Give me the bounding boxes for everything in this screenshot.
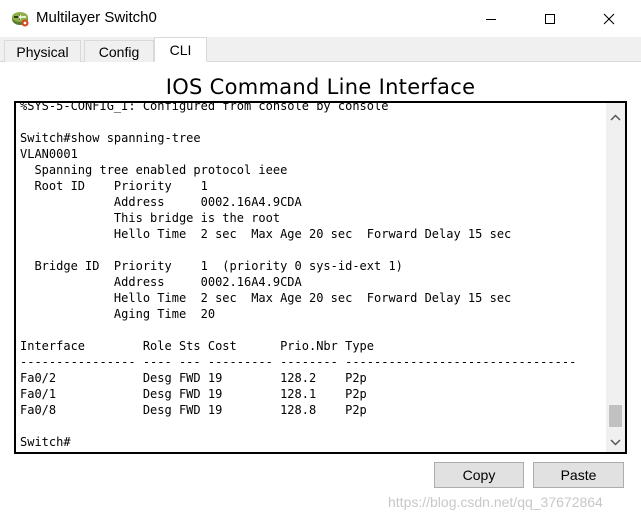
tab-physical[interactable]: Physical (4, 40, 81, 62)
terminal-line: Fa0/2 Desg FWD 19 128.2 P2p (20, 371, 367, 385)
paste-button[interactable]: Paste (533, 462, 624, 488)
terminal-output[interactable]: %SYS-5-CONFIG_I: Configured from console… (20, 101, 600, 448)
terminal-scrollbar[interactable] (606, 103, 625, 452)
terminal-line: Hello Time 2 sec Max Age 20 sec Forward … (20, 291, 512, 305)
minimize-icon (486, 18, 496, 20)
window-title: Multilayer Switch0 (36, 9, 157, 26)
scroll-thumb[interactable] (609, 405, 622, 427)
terminal-line: %SYS-5-CONFIG_I: Configured from console… (20, 101, 389, 113)
maximize-button[interactable] (527, 0, 573, 37)
terminal-line: Switch# (20, 435, 71, 448)
chevron-up-icon (610, 114, 621, 121)
tab-cli[interactable]: CLI (154, 37, 207, 62)
scroll-down-button[interactable] (606, 434, 625, 451)
terminal-line: Address 0002.16A4.9CDA (20, 195, 302, 209)
scroll-up-button[interactable] (606, 109, 625, 126)
cli-terminal[interactable]: %SYS-5-CONFIG_I: Configured from console… (14, 101, 627, 454)
terminal-line: This bridge is the root (20, 211, 281, 225)
multilayer-switch-icon (10, 8, 30, 28)
terminal-line: Root ID Priority 1 (20, 179, 208, 193)
maximize-icon (545, 13, 555, 24)
tab-config[interactable]: Config (84, 40, 154, 62)
close-icon (603, 13, 615, 24)
minimize-button[interactable] (468, 0, 514, 37)
terminal-line: Spanning tree enabled protocol ieee (20, 163, 288, 177)
close-button[interactable] (586, 0, 632, 37)
terminal-line: Switch#show spanning-tree (20, 131, 201, 145)
terminal-line: Hello Time 2 sec Max Age 20 sec Forward … (20, 227, 512, 241)
terminal-line: Interface Role Sts Cost Prio.Nbr Type (20, 339, 375, 353)
title-bar[interactable]: Multilayer Switch0 (0, 0, 641, 37)
terminal-line: Fa0/1 Desg FWD 19 128.1 P2p (20, 387, 367, 401)
terminal-line: VLAN0001 (20, 147, 78, 161)
watermark: https://blog.csdn.net/qq_37672864 (388, 494, 603, 510)
page-title: IOS Command Line Interface (165, 75, 476, 99)
copy-button[interactable]: Copy (434, 462, 524, 488)
cli-window: Multilayer Switch0 Physical Config CLI I… (0, 0, 641, 521)
terminal-line: ---------------- ---- --- --------- ----… (20, 355, 577, 369)
chevron-down-icon (610, 439, 621, 446)
terminal-line: Bridge ID Priority 1 (priority 0 sys-id-… (20, 259, 403, 273)
terminal-line: Fa0/8 Desg FWD 19 128.8 P2p (20, 403, 367, 417)
terminal-line: Aging Time 20 (20, 307, 216, 321)
terminal-line: Address 0002.16A4.9CDA (20, 275, 302, 289)
